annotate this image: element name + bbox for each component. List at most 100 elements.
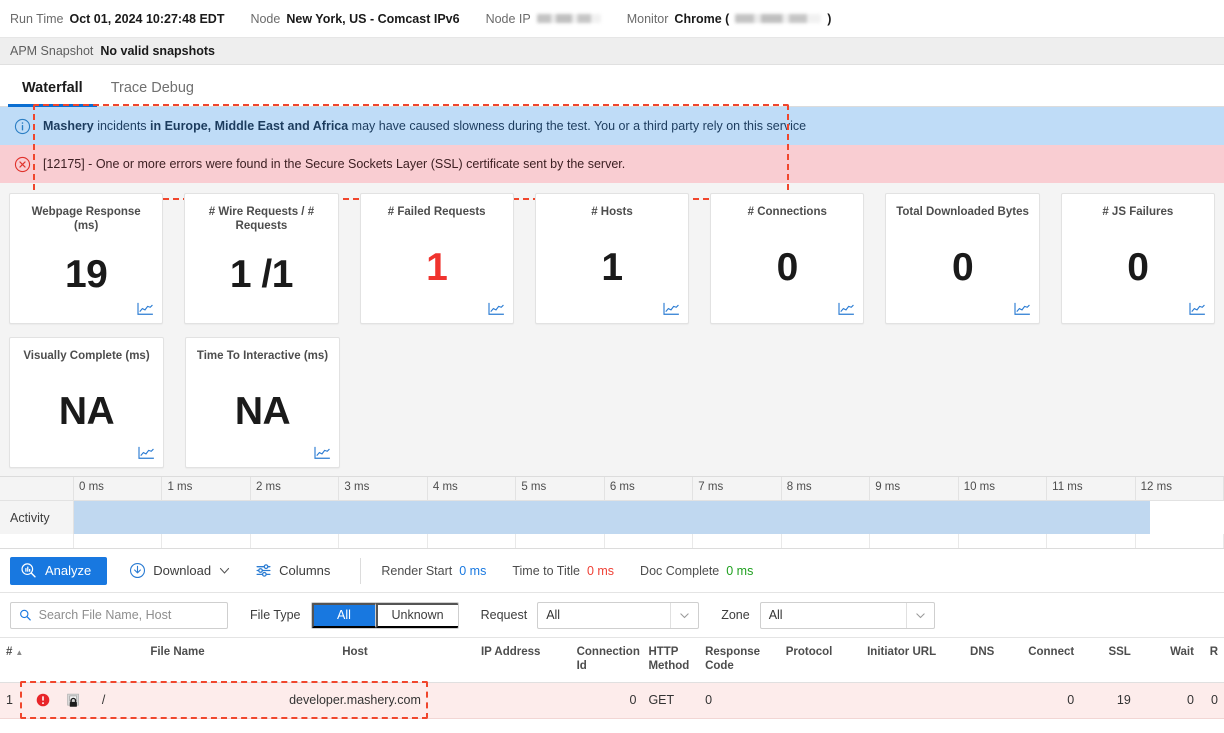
activity-label: Activity [0,501,74,534]
analyze-button-label: Analyze [45,563,92,578]
download-button[interactable]: Download [127,557,233,585]
metric-card-value: 0 [951,246,974,290]
col-header-http-method[interactable]: HTTP Method [642,638,700,683]
table-header-row: # ▲ File Name Host IP Address Connection … [0,638,1224,683]
file-type-segmented-control: All Unknown [310,601,459,629]
error-circle-icon [14,156,31,172]
sparkline-chart-icon[interactable] [662,302,680,316]
timeline-tick-bottom [693,534,782,548]
metric-card-total-downloaded-bytes[interactable]: Total Downloaded Bytes 0 [885,193,1040,324]
analyze-button[interactable]: Analyze [10,556,108,585]
col-header-wait[interactable]: Wait [1136,638,1200,683]
col-header-ssl[interactable]: SSL [1080,638,1137,683]
activity-bar[interactable] [74,501,1151,534]
stat-value: 0 ms [726,563,754,578]
timeline-tick-bottom [162,534,251,548]
tab-waterfall[interactable]: Waterfall [8,80,97,107]
apm-snapshot-value: No valid snapshots [100,44,215,58]
zone-select-chevron[interactable] [905,602,934,628]
download-circle-icon [130,562,146,579]
error-badge-icon [37,693,50,707]
table-row[interactable]: 1 / developer.mashery.com 0 GET 0 0 19 0… [0,682,1224,719]
timeline-tick-bottom [604,534,694,548]
col-header-file-name[interactable]: File Name [95,638,260,683]
metric-card-value: NA [234,390,291,434]
chevron-down-icon [916,612,925,618]
meta-node-ip: Node IP [486,12,601,26]
timeline-tick-bottom [870,534,959,548]
certificate-lock-icon [67,693,79,707]
metric-card-wire-requests[interactable]: # Wire Requests / # Requests 1 /1 [184,193,339,324]
metric-card-webpage-response[interactable]: Webpage Response (ms) 19 [9,193,164,324]
cell-number: 1 [0,682,31,719]
node-ip-redacted-value [536,14,601,23]
col-header-receive[interactable]: R [1199,638,1224,683]
zone-select[interactable]: All [759,601,935,629]
col-header-connect[interactable]: Connect [1012,638,1081,683]
metric-card-failed-requests[interactable]: # Failed Requests 1 [359,193,514,324]
run-time-value: Oct 01, 2024 10:27:48 EDT [69,11,225,26]
sparkline-chart-icon[interactable] [837,302,855,316]
activity-track[interactable] [74,501,1224,534]
col-header-dns[interactable]: DNS [951,638,1013,683]
col-header-protocol[interactable]: Protocol [766,638,852,683]
metric-cards-area: Webpage Response (ms) 19 # Wire Requests… [0,183,1224,476]
stat-value: 0 ms [459,563,487,578]
info-banner-service: Mashery [43,119,94,133]
col-header-connection-id[interactable]: Connection Id [570,638,643,683]
activity-row: Activity [0,500,1224,534]
col-header-number-label: # [6,646,13,658]
sparkline-chart-icon[interactable] [313,446,331,460]
tab-trace-debug[interactable]: Trace Debug [97,80,208,106]
info-banner-tail: may have caused slowness during the test… [348,119,807,133]
stat-label: Render Start [381,563,453,578]
sparkline-chart-icon[interactable] [1188,302,1206,316]
cell-error-icon[interactable] [30,682,59,719]
timeline-tick: 9 ms [870,477,959,500]
timeline-gutter [0,477,74,500]
request-select[interactable]: All [537,601,700,629]
search-box[interactable] [10,601,228,629]
stat-render-start: Render Start 0 ms [381,564,486,578]
timeline-tick: 5 ms [516,477,605,500]
columns-button[interactable]: Columns [253,557,332,585]
timeline-tick: 12 ms [1136,477,1224,500]
col-header-host[interactable]: Host [259,638,451,683]
metric-card-value: 0 [1127,246,1149,290]
timeline-tick-bottom [958,534,1048,548]
metric-card-connections[interactable]: # Connections 0 [710,193,865,324]
file-type-option-all[interactable]: All [311,602,376,628]
cell-http-method: GET [642,682,700,719]
sparkline-chart-icon[interactable] [487,302,505,316]
metric-card-js-failures[interactable]: # JS Failures 0 [1060,193,1215,324]
timeline-ruler-bottom [0,534,1224,548]
timeline-tick-bottom [250,534,340,548]
col-header-error [30,638,59,683]
request-select-chevron[interactable] [670,602,698,628]
col-header-initiator-url[interactable]: Initiator URL [851,638,952,683]
timeline-tick-bottom [339,534,428,548]
cell-certificate-icon[interactable] [58,682,96,719]
monitor-value-close: ) [827,11,832,26]
col-header-response-code[interactable]: Response Code [699,638,767,683]
request-select-value: All [546,608,561,622]
metric-card-hosts[interactable]: # Hosts 1 [534,193,690,324]
timeline-tick: 11 ms [1047,477,1136,500]
sparkline-chart-icon[interactable] [136,302,154,316]
metric-card-time-to-interactive[interactable]: Time To Interactive (ms) NA [185,337,340,468]
sparkline-chart-icon[interactable] [1013,302,1031,316]
requests-table-wrap: # ▲ File Name Host IP Address Connection … [0,638,1224,720]
metric-card-visually-complete[interactable]: Visually Complete (ms) NA [9,337,164,468]
col-header-number[interactable]: # ▲ [0,638,31,683]
file-type-option-unknown[interactable]: Unknown [375,602,458,628]
cell-connection-id: 0 [570,682,643,719]
sparkline-chart-icon[interactable] [137,446,155,460]
search-input[interactable] [38,608,219,622]
metric-card-value: 1 [601,246,623,290]
col-header-ip-address[interactable]: IP Address [450,638,571,683]
timeline-tick-bottom [427,534,517,548]
timeline-tick: 10 ms [959,477,1048,500]
metric-cards-row-2: Visually Complete (ms) NA Time To Intera… [9,337,1215,468]
cell-protocol [766,682,852,719]
run-time-label: Run Time [10,11,64,26]
